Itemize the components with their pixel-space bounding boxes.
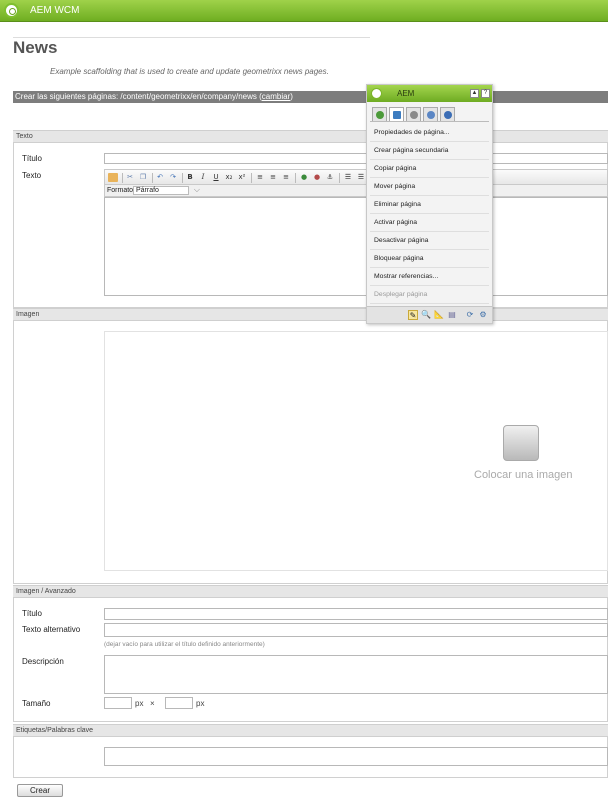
alt-text-hint: (dejar vacío para utilizar el título def…	[104, 641, 265, 648]
tab-components[interactable]	[372, 107, 387, 121]
section-header-tags[interactable]: Etiquetas/Palabras clave	[13, 724, 608, 737]
image-placeholder-icon	[503, 425, 539, 461]
collapse-icon[interactable]: ▲	[470, 89, 479, 98]
image-title-label: Título	[22, 609, 43, 618]
workflow-icon	[444, 111, 452, 119]
bold-icon[interactable]: B	[185, 173, 195, 182]
toolbar-separator	[122, 173, 123, 183]
design-mode-icon[interactable]: 📐	[434, 310, 444, 320]
toolbar-separator	[339, 173, 340, 183]
preview-icon[interactable]: 🔍	[421, 310, 431, 320]
format-row: Formato Párrafo	[104, 185, 608, 197]
link-icon[interactable]: ●	[299, 173, 309, 182]
section-header-imagen[interactable]: Imagen	[13, 308, 608, 321]
format-select[interactable]: Párrafo	[133, 186, 200, 195]
format-label: Formato	[107, 187, 134, 194]
menu-item-move-page[interactable]: Mover página	[370, 178, 489, 196]
page-icon	[393, 111, 401, 119]
image-placeholder-text: Colocar una imagen	[474, 469, 573, 481]
align-left-icon[interactable]: ≡	[255, 173, 265, 182]
undo-icon[interactable]: ↶	[155, 173, 165, 182]
info-icon	[410, 111, 418, 119]
size-label: Tamaño	[22, 699, 51, 708]
alt-text-input[interactable]	[104, 623, 608, 637]
paste-icon[interactable]	[108, 173, 118, 182]
description-label: Descripción	[22, 657, 64, 666]
menu-item-create-subpage[interactable]: Crear página secundaria	[370, 142, 489, 160]
toolbar-separator	[251, 173, 252, 183]
copy-icon[interactable]: ❐	[138, 173, 148, 182]
help-icon[interactable]: ?	[481, 89, 490, 98]
aem-logo-icon[interactable]	[4, 3, 19, 18]
section-header-texto[interactable]: Texto	[13, 130, 608, 143]
menu-item-page-properties[interactable]: Propiedades de página...	[370, 124, 489, 142]
italic-icon[interactable]: I	[198, 173, 208, 182]
description-textarea[interactable]	[104, 655, 608, 694]
sidekick-menu: Propiedades de página... Crear página se…	[370, 124, 489, 304]
menu-item-activate-page[interactable]: Activar página	[370, 214, 489, 232]
underline-icon[interactable]: U	[211, 173, 221, 182]
reload-icon[interactable]: ⟳	[465, 310, 475, 320]
toolbar-separator	[295, 173, 296, 183]
height-unit: px	[196, 699, 205, 708]
tab-workflow[interactable]	[440, 107, 455, 121]
create-button[interactable]: Crear	[17, 784, 63, 797]
menu-item-copy-page[interactable]: Copiar página	[370, 160, 489, 178]
width-input[interactable]	[104, 697, 132, 709]
subscript-icon[interactable]: x₂	[224, 173, 234, 182]
numbered-list-icon[interactable]: ☰	[356, 173, 366, 182]
unlink-icon[interactable]: ●	[312, 173, 322, 182]
sidekick-header[interactable]: AEM ▲ ?	[367, 85, 492, 102]
menu-item-deactivate-page[interactable]: Desactivar página	[370, 232, 489, 250]
edit-mode-icon[interactable]: ✎	[408, 310, 418, 320]
tab-information[interactable]	[406, 107, 421, 121]
create-path-text: Crear las siguientes páginas: /content/g…	[15, 92, 262, 101]
align-right-icon[interactable]: ≡	[281, 173, 291, 182]
sidekick-footer: ✎ 🔍 📐 ▤ ⟳ ⚙	[367, 306, 492, 323]
app-title: AEM WCM	[30, 5, 80, 16]
text-editor-area[interactable]	[104, 197, 608, 296]
create-path-suffix: )	[290, 92, 293, 101]
components-icon	[376, 111, 384, 119]
image-title-input[interactable]	[104, 608, 608, 620]
align-center-icon[interactable]: ≡	[268, 173, 278, 182]
scaffolding-icon[interactable]: ▤	[447, 310, 457, 320]
toolbar-separator	[152, 173, 153, 183]
sidekick-tabs	[370, 106, 489, 122]
create-path-bar: Crear las siguientes páginas: /content/g…	[13, 91, 608, 103]
superscript-icon[interactable]: x²	[237, 173, 247, 182]
versioning-icon	[427, 111, 435, 119]
section-header-image-advanced[interactable]: Imagen / Avanzado	[13, 585, 608, 598]
page-description: Example scaffolding that is used to crea…	[50, 67, 329, 76]
tab-versioning[interactable]	[423, 107, 438, 121]
menu-item-delete-page[interactable]: Eliminar página	[370, 196, 489, 214]
alt-text-label: Texto alternativo	[22, 625, 81, 634]
tab-page[interactable]	[389, 107, 404, 121]
redo-icon[interactable]: ↷	[168, 173, 178, 182]
sidekick-logo-icon	[371, 88, 382, 99]
menu-item-lock-page[interactable]: Bloquear página	[370, 250, 489, 268]
change-path-link[interactable]: cambiar	[262, 92, 290, 101]
menu-item-show-references[interactable]: Mostrar referencias...	[370, 268, 489, 286]
siteadmin-icon[interactable]: ⚙	[478, 310, 488, 320]
menu-item-rollout-page: Desplegar página	[370, 286, 489, 304]
anchor-icon[interactable]: ⚓	[325, 173, 335, 182]
cut-icon[interactable]: ✂	[125, 173, 135, 182]
size-times: ×	[150, 699, 155, 708]
sidekick-title: AEM	[397, 89, 415, 98]
tags-input[interactable]	[104, 747, 608, 766]
width-unit: px	[135, 699, 144, 708]
title-label: Título	[22, 154, 43, 163]
top-bar: AEM WCM	[0, 0, 608, 22]
page-title: News	[13, 38, 58, 57]
height-input[interactable]	[165, 697, 193, 709]
bullet-list-icon[interactable]: ☰	[343, 173, 353, 182]
toolbar-separator	[182, 173, 183, 183]
title-divider	[13, 37, 370, 38]
sidekick-panel[interactable]: AEM ▲ ? Propiedades de página... Crear p…	[366, 84, 493, 324]
rte-toolbar: ✂ ❐ ↶ ↷ B I U x₂ x² ≡ ≡ ≡ ● ● ⚓ ☰ ☰	[104, 169, 608, 185]
title-input[interactable]	[104, 153, 608, 164]
text-label: Texto	[22, 171, 42, 180]
